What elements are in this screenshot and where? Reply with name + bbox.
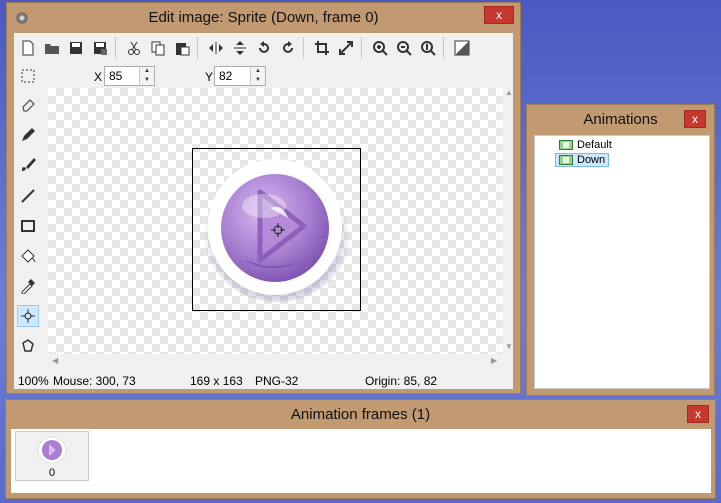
pencil-tool-icon[interactable] xyxy=(17,124,39,146)
y-label: Y xyxy=(205,70,214,84)
zoom-out-icon[interactable] xyxy=(393,37,415,59)
scroll-up-icon[interactable]: ▲ xyxy=(505,88,513,97)
eyedropper-tool-icon[interactable] xyxy=(17,275,39,297)
toolbar-separator xyxy=(361,37,362,59)
brush-tool-icon[interactable] xyxy=(17,154,39,176)
edit-image-window: Edit image: Sprite (Down, frame 0) x X 8… xyxy=(6,2,521,394)
status-mouse: Mouse: 300, 73 xyxy=(53,374,136,388)
status-zoom: 100% xyxy=(18,374,49,388)
x-label: X xyxy=(94,70,103,84)
animation-frames-title: Animation frames (1) xyxy=(290,406,431,423)
edit-image-title: Edit image: Sprite (Down, frame 0) xyxy=(148,9,379,26)
fill-tool-icon[interactable] xyxy=(17,245,39,267)
animations-close-button[interactable]: x xyxy=(684,110,706,128)
status-format: PNG-32 xyxy=(255,374,299,388)
line-tool-icon[interactable] xyxy=(17,185,39,207)
select-tool-icon[interactable] xyxy=(17,65,39,87)
edit-image-close-button[interactable]: x xyxy=(484,6,514,24)
edit-image-client: X 85 ▲ ▼ Y 82 ▲ ▼ ▲ ▼ ◀ ▶ 100% Mouse: 30… xyxy=(14,33,513,389)
animation-frames-close-button[interactable]: x xyxy=(687,405,709,423)
image-canvas[interactable] xyxy=(48,88,503,354)
status-bar: 100% Mouse: 300, 73 169 x 163 PNG-32 Ori… xyxy=(14,371,513,389)
y-value: 82 xyxy=(219,69,233,83)
frames-strip: 0 xyxy=(11,429,711,493)
open-icon[interactable] xyxy=(41,37,63,59)
animation-label: Down xyxy=(577,154,606,166)
save-as-icon[interactable] xyxy=(89,37,111,59)
animations-window: Animations x Default Down xyxy=(526,104,715,396)
x-spinbox[interactable]: 85 ▲ ▼ xyxy=(104,66,155,86)
sprite-image xyxy=(203,159,351,302)
scroll-right-icon[interactable]: ▶ xyxy=(491,356,497,365)
film-icon xyxy=(559,155,573,165)
toolbar-separator xyxy=(303,37,304,59)
edit-image-titlebar[interactable]: Edit image: Sprite (Down, frame 0) x xyxy=(7,3,520,33)
toolbar-separator xyxy=(115,37,116,59)
x-spin-arrows[interactable]: ▲ ▼ xyxy=(139,67,154,85)
scroll-left-icon[interactable]: ◀ xyxy=(52,356,58,365)
paste-icon[interactable] xyxy=(171,37,193,59)
copy-icon[interactable] xyxy=(147,37,169,59)
origin-tool-icon[interactable] xyxy=(17,305,39,327)
toolbar-separator xyxy=(197,37,198,59)
main-toolbar xyxy=(14,33,513,63)
animation-label: Default xyxy=(577,139,612,151)
animation-frames-titlebar[interactable]: Animation frames (1) x xyxy=(6,400,715,430)
polygon-tool-icon[interactable] xyxy=(17,335,39,357)
zoom-in-icon[interactable] xyxy=(369,37,391,59)
scroll-down-icon[interactable]: ▼ xyxy=(505,342,513,351)
transparency-icon[interactable] xyxy=(451,37,473,59)
rotate-right-icon[interactable] xyxy=(277,37,299,59)
film-icon xyxy=(559,140,573,150)
x-value: 85 xyxy=(109,69,123,83)
animations-titlebar[interactable]: Animations x xyxy=(527,105,714,135)
y-spin-arrows[interactable]: ▲ ▼ xyxy=(250,67,265,85)
flip-horizontal-icon[interactable] xyxy=(205,37,227,59)
rotate-left-icon[interactable] xyxy=(253,37,275,59)
animation-item-default[interactable]: Default xyxy=(559,138,612,152)
frame-thumbnail[interactable]: 0 xyxy=(15,431,89,481)
frame-label: 0 xyxy=(48,467,56,479)
zoom-actual-icon[interactable] xyxy=(417,37,439,59)
status-origin: Origin: 85, 82 xyxy=(365,374,438,388)
toolbar-separator xyxy=(443,37,444,59)
crop-icon[interactable] xyxy=(311,37,333,59)
resize-icon[interactable] xyxy=(335,37,357,59)
frame-thumbnail-image xyxy=(37,436,67,464)
new-icon[interactable] xyxy=(17,37,39,59)
y-spinbox[interactable]: 82 ▲ ▼ xyxy=(214,66,266,86)
animation-frames-window: Animation frames (1) x 0 xyxy=(5,399,716,499)
rectangle-tool-icon[interactable] xyxy=(17,215,39,237)
animations-tree: Default Down xyxy=(534,135,710,389)
flip-vertical-icon[interactable] xyxy=(229,37,251,59)
status-size: 169 x 163 xyxy=(190,374,243,388)
animation-item-down[interactable]: Down xyxy=(555,153,610,167)
cut-icon[interactable] xyxy=(123,37,145,59)
eraser-tool-icon[interactable] xyxy=(17,94,39,116)
save-icon[interactable] xyxy=(65,37,87,59)
